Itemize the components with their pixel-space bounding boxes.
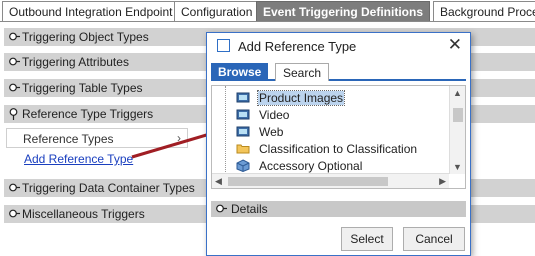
dialog-title-bar[interactable]: Add Reference Type ✕ [207, 33, 470, 59]
scrollbar-thumb[interactable] [228, 177, 388, 186]
reference-types-selector[interactable]: Reference Types › [6, 128, 188, 148]
scroll-down-icon[interactable]: ▼ [453, 162, 462, 172]
tab-label: Configuration [181, 5, 253, 19]
section-label: Triggering Attributes [22, 55, 129, 69]
close-icon[interactable]: ✕ [448, 35, 462, 55]
add-reference-type-link[interactable]: Add Reference Type [24, 152, 133, 166]
details-section[interactable]: Details [211, 201, 466, 217]
tab-label: Outbound Integration Endpoint [9, 5, 173, 19]
dialog-tab-strip: Browse Search [211, 61, 466, 81]
scroll-right-icon[interactable]: ▶ [439, 176, 446, 187]
cancel-button[interactable]: Cancel [403, 227, 465, 251]
expand-toggle-icon[interactable] [9, 209, 20, 218]
expand-toggle-icon[interactable] [216, 204, 227, 213]
tab-label: Event Triggering Definitions [263, 5, 424, 19]
cube-icon [236, 159, 250, 172]
reference-types-label: Reference Types [23, 132, 114, 146]
dialog-title: Add Reference Type [238, 39, 357, 54]
expand-toggle-icon[interactable] [9, 32, 20, 41]
image-reference-icon [236, 126, 250, 137]
add-reference-type-dialog: Add Reference Type ✕ Browse Search Produ… [206, 32, 471, 256]
tree-item-label: Product Images [256, 90, 346, 106]
reference-type-tree[interactable]: Product Images Video Web Classification … [211, 85, 466, 189]
tab-label: Background Process [440, 5, 535, 19]
vertical-scrollbar[interactable]: ▲ ▼ [449, 86, 465, 174]
image-reference-icon [236, 92, 250, 103]
horizontal-scrollbar[interactable]: ◀ ▶ [212, 173, 449, 188]
tab-background-process[interactable]: Background Process [433, 1, 535, 21]
tab-bar: Outbound Integration Endpoint Configurat… [0, 0, 535, 22]
select-button[interactable]: Select [341, 227, 393, 251]
tab-browse[interactable]: Browse [211, 63, 269, 81]
app-page: Outbound Integration Endpoint Configurat… [0, 0, 535, 256]
tree-item-label: Classification to Classification [259, 142, 418, 156]
chevron-right-icon: › [177, 131, 181, 145]
tab-event-triggering-definitions[interactable]: Event Triggering Definitions [256, 1, 431, 21]
tab-configuration[interactable]: Configuration [174, 1, 260, 21]
scroll-up-icon[interactable]: ▲ [453, 88, 462, 98]
collapse-toggle-icon[interactable] [9, 108, 18, 120]
scrollbar-thumb[interactable] [453, 108, 463, 122]
tree-item-label: Accessory Optional [259, 159, 363, 173]
section-label: Triggering Table Types [22, 81, 143, 95]
section-label: Triggering Data Container Types [22, 181, 195, 195]
folder-icon [236, 144, 250, 154]
details-label: Details [231, 202, 268, 216]
tree-connector [225, 86, 226, 176]
image-reference-icon [236, 109, 250, 120]
section-label: Triggering Object Types [22, 30, 149, 44]
expand-toggle-icon[interactable] [9, 183, 20, 192]
scroll-left-icon[interactable]: ◀ [215, 176, 222, 187]
section-label: Miscellaneous Triggers [22, 207, 145, 221]
tree-item-label: Video [259, 108, 290, 122]
window-icon [217, 39, 230, 52]
section-label: Reference Type Triggers [22, 107, 154, 121]
tree-item-label: Web [259, 125, 284, 139]
tab-search[interactable]: Search [275, 63, 330, 81]
tab-outbound-integration-endpoint[interactable]: Outbound Integration Endpoint [2, 1, 180, 21]
expand-toggle-icon[interactable] [9, 83, 20, 92]
expand-toggle-icon[interactable] [9, 57, 20, 66]
